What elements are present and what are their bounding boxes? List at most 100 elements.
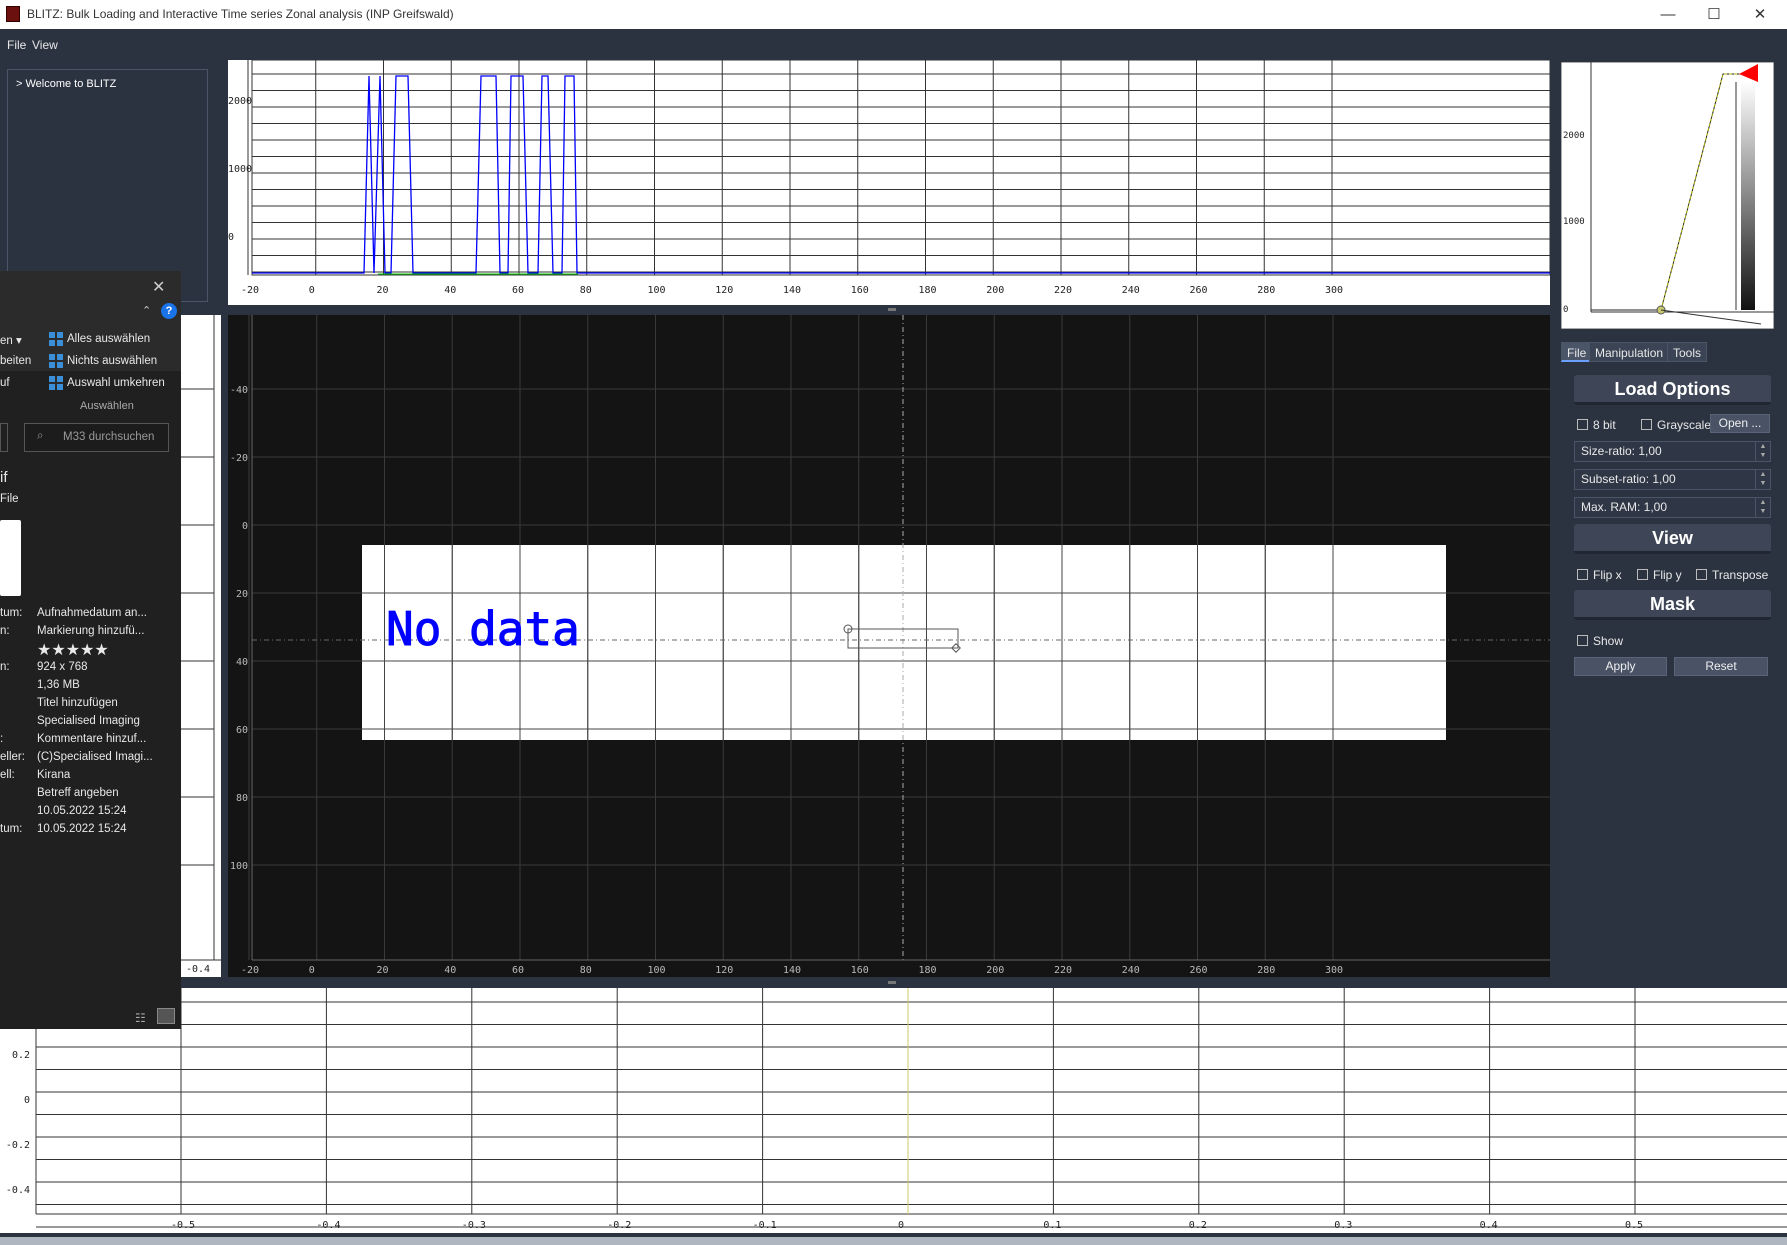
image-x-tick: 80 [580, 965, 592, 976]
checkbox-box[interactable] [1577, 635, 1588, 646]
invert-selection-icon [49, 376, 63, 390]
image-y-tick: 40 [236, 657, 248, 668]
detail-value[interactable]: ★★★★★ [37, 640, 109, 660]
tab-manipulation[interactable]: Manipulation [1589, 342, 1670, 362]
detail-value[interactable]: Markierung hinzufü... [37, 625, 144, 637]
invert-selection-button[interactable]: Auswahl umkehren [49, 376, 165, 390]
timeline-x-tick: 180 [919, 285, 937, 296]
detail-value[interactable]: 10.05.2022 15:24 [37, 823, 127, 835]
checkbox-box[interactable] [1577, 419, 1588, 430]
timeline-x-tick: 100 [648, 285, 666, 296]
details-view-icon[interactable]: ☷ [135, 1011, 146, 1025]
detail-key: ell: [0, 769, 15, 781]
timeline-x-tick: 260 [1190, 285, 1208, 296]
search-box[interactable]: ⌕ M33 durchsuchen [24, 423, 169, 452]
title-bar: BLITZ: Bulk Loading and Interactive Time… [0, 0, 1787, 29]
bottom-x-tick: -0.2 [607, 1220, 631, 1231]
menu-file[interactable]: File [7, 38, 26, 52]
checkbox-box[interactable] [1696, 569, 1707, 580]
checkbox-flip-y[interactable]: Flip y [1637, 568, 1682, 582]
tab-tools[interactable]: Tools [1667, 342, 1708, 362]
image-x-tick: 300 [1325, 965, 1343, 976]
detail-value[interactable]: Kirana [37, 769, 70, 781]
detail-value[interactable]: Betreff angeben [37, 787, 119, 799]
ribbon-group-label: Auswählen [80, 400, 134, 412]
image-x-tick: 180 [919, 965, 937, 976]
subset-ratio-spinbox[interactable]: Subset-ratio: 1,00 [1574, 469, 1756, 490]
tab-file[interactable]: File [1561, 342, 1593, 362]
detail-value[interactable]: 10.05.2022 15:24 [37, 805, 127, 817]
collapse-ribbon-icon[interactable]: ⌃ [142, 304, 151, 317]
size-ratio-arrows[interactable]: ▲ ▼ [1755, 441, 1771, 462]
image-x-tick: 260 [1190, 965, 1208, 976]
image-x-tick: 140 [783, 965, 801, 976]
checkbox-transpose[interactable]: Transpose [1696, 568, 1768, 582]
detail-value[interactable]: 924 x 768 [37, 661, 88, 673]
checkbox-show[interactable]: Show [1577, 634, 1623, 648]
vertical-profile-plot[interactable]: -0.4 [181, 315, 221, 977]
no-data-label: No data [386, 602, 580, 656]
app-icon [6, 6, 20, 22]
bottom-x-tick: 0.5 [1625, 1220, 1643, 1231]
timeline-plot[interactable]: -20 0 20 40 60 80 100 120 140 160 180 200 220 240 260 2… [228, 60, 1550, 305]
checkbox-box[interactable] [1637, 569, 1648, 580]
horizontal-profile-plot[interactable]: -0.5 -0.4 -0.3 -0.2 -0.1 0 0.1 0.2 0.3 0.4 0.5 0.2… [0, 988, 1787, 1233]
bottom-x-tick: -0.1 [753, 1220, 777, 1231]
close-button[interactable]: ✕ [1737, 0, 1783, 29]
detail-value[interactable]: Aufnahmedatum an... [37, 607, 147, 619]
checkbox-box[interactable] [1641, 419, 1652, 430]
open-button[interactable]: Open ... [1710, 414, 1770, 433]
subset-ratio-arrows[interactable]: ▲ ▼ [1755, 469, 1771, 490]
reset-button[interactable]: Reset [1674, 657, 1768, 676]
histogram-y-tick: 2000 [1563, 131, 1585, 141]
minimize-button[interactable]: — [1645, 0, 1691, 29]
checkbox-8bit[interactable]: 8 bit [1577, 418, 1616, 432]
timeline-x-tick: 140 [783, 285, 801, 296]
histogram-lut[interactable]: 2000 1000 0 [1561, 62, 1774, 329]
detail-key: eller: [0, 751, 25, 763]
detail-key: : [0, 733, 4, 745]
explorer-close-icon[interactable]: ✕ [152, 277, 165, 297]
load-options-header[interactable]: Load Options [1574, 375, 1771, 405]
timeline-x-tick: 200 [986, 285, 1004, 296]
view-header[interactable]: View [1574, 524, 1771, 554]
help-icon[interactable]: ? [161, 303, 177, 319]
gradient-bar [1741, 82, 1755, 310]
preview-view-icon[interactable] [157, 1008, 175, 1024]
checkbox-box[interactable] [1577, 569, 1588, 580]
timeline-x-tick: 160 [851, 285, 869, 296]
main-image-view[interactable]: No data -20 0 20 40 60 80 100 120 140 160 180 200 22… [228, 315, 1550, 977]
checkbox-label: Grayscale [1657, 418, 1712, 432]
ribbon-open-menu[interactable]: en ▾ [0, 333, 22, 347]
address-bar[interactable] [0, 423, 8, 452]
size-ratio-spinbox[interactable]: Size-ratio: 1,00 [1574, 441, 1756, 462]
image-y-tick: 60 [236, 725, 248, 736]
detail-value[interactable]: Kommentare hinzuf... [37, 733, 146, 745]
select-none-button[interactable]: Nichts auswählen [49, 354, 157, 368]
vertical-profile-tick: -0.4 [186, 964, 210, 975]
max-ram-arrows[interactable]: ▲ ▼ [1755, 497, 1771, 518]
bottom-x-tick: 0.2 [1189, 1220, 1207, 1231]
detail-value[interactable]: Specialised Imaging [37, 715, 140, 727]
checkbox-label: Transpose [1712, 568, 1769, 582]
max-ram-spinbox[interactable]: Max. RAM: 1,00 [1574, 497, 1756, 518]
checkbox-flip-x[interactable]: Flip x [1577, 568, 1622, 582]
detail-value[interactable]: Titel hinzufügen [37, 697, 118, 709]
detail-value[interactable]: 1,36 MB [37, 679, 80, 691]
ribbon-edit[interactable]: beiten [0, 355, 31, 367]
splitter-handle[interactable] [888, 981, 896, 984]
detail-value[interactable]: (C)Specialised Imagi... [37, 751, 153, 763]
checkbox-grayscale[interactable]: Grayscale [1641, 418, 1711, 432]
select-all-button[interactable]: Alles auswählen [49, 332, 150, 346]
menu-view[interactable]: View [32, 38, 58, 52]
log-text: > Welcome to BLITZ [16, 78, 117, 90]
maximize-button[interactable]: ☐ [1691, 0, 1737, 29]
ribbon-run[interactable]: uf [0, 377, 10, 389]
apply-button[interactable]: Apply [1574, 657, 1667, 676]
timeline-x-tick: 20 [377, 285, 389, 296]
mask-header[interactable]: Mask [1574, 590, 1771, 620]
image-y-tick: 20 [236, 589, 248, 600]
image-x-tick: 160 [851, 965, 869, 976]
splitter-handle[interactable] [888, 308, 896, 311]
timeline-x-tick: 120 [715, 285, 733, 296]
